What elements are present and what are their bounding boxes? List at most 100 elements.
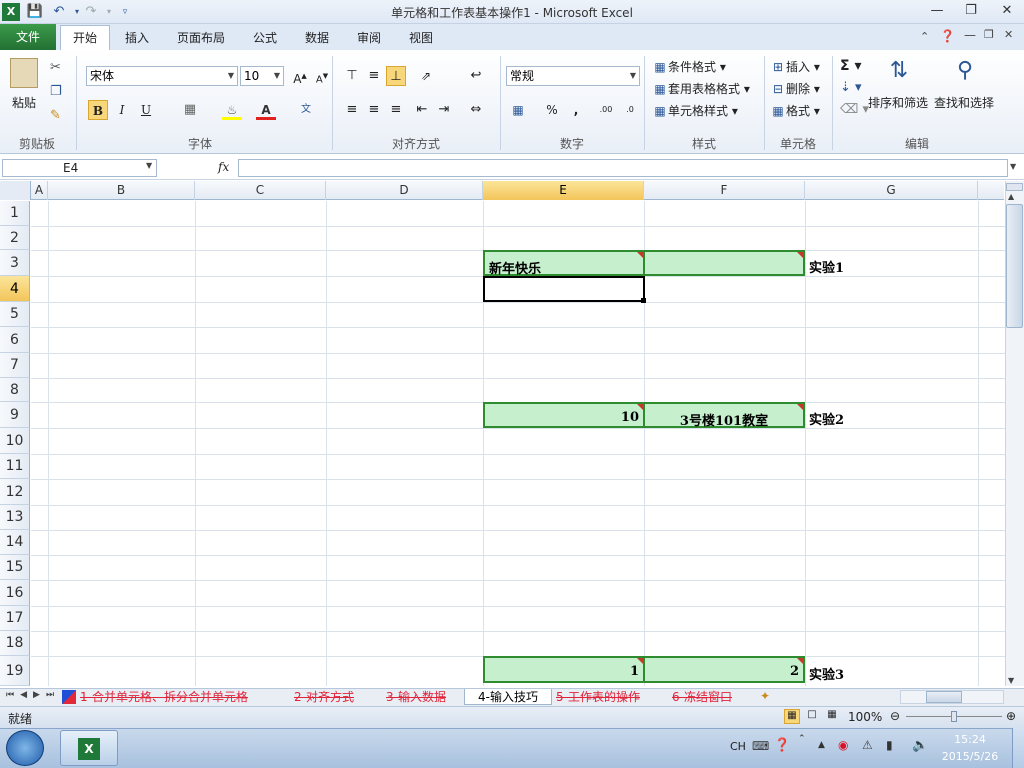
taskbar-excel-button[interactable]: X xyxy=(60,730,118,766)
show-hidden-icons[interactable]: ▲ xyxy=(818,740,825,750)
normal-view-icon[interactable]: ▦ xyxy=(784,709,800,724)
column-header[interactable]: F xyxy=(644,181,805,200)
align-right-icon[interactable]: ≡ xyxy=(386,100,406,120)
paste-icon[interactable] xyxy=(10,58,38,88)
security-tray-icon[interactable]: ◉ xyxy=(838,738,848,752)
delete-cells-button[interactable]: ⊟ 删除 ▾ xyxy=(770,80,820,97)
format-cells-button[interactable]: ▦ 格式 ▾ xyxy=(770,102,820,119)
row-header[interactable]: 5 xyxy=(0,302,30,327)
signal-icon[interactable]: ▮ xyxy=(886,738,893,752)
scroll-up-icon[interactable]: ▲ xyxy=(1008,192,1014,201)
column-header[interactable]: D xyxy=(326,181,483,200)
select-all-button[interactable] xyxy=(0,181,31,200)
formula-input[interactable] xyxy=(238,159,1008,177)
column-header[interactable]: G xyxy=(805,181,978,200)
row-header[interactable]: 19 xyxy=(0,656,30,686)
row-header-selected[interactable]: 4 xyxy=(0,276,30,302)
format-painter-icon[interactable]: ✎ xyxy=(50,108,61,123)
align-bottom-icon[interactable]: ⊥ xyxy=(386,66,406,86)
sheet-tab[interactable]: 1-合并单元格、拆分合并单元格 xyxy=(80,689,248,705)
fill-icon[interactable]: ⇣ ▾ xyxy=(840,80,862,95)
sheet-tab[interactable]: 5-工作表的操作 xyxy=(556,689,640,705)
cell-E19[interactable]: 1 xyxy=(483,656,645,683)
tab-file[interactable]: 文件 xyxy=(0,24,56,50)
grow-font-icon[interactable]: A▲ xyxy=(290,66,310,86)
cell-F3[interactable] xyxy=(643,250,805,276)
minimize-icon[interactable]: — xyxy=(926,3,948,21)
find-select-icon[interactable]: ⚲ xyxy=(948,58,982,83)
cell-G3[interactable]: 实验1 xyxy=(809,257,844,276)
format-as-table-button[interactable]: ▦ 套用表格格式 ▾ xyxy=(652,80,750,97)
tab-formulas[interactable]: 公式 xyxy=(244,26,286,50)
increase-decimal-icon[interactable]: .00 xyxy=(596,100,616,120)
font-size-combo[interactable]: 10 ▼ xyxy=(240,66,284,86)
workbook-restore-icon[interactable]: ❐ xyxy=(984,28,994,41)
tab-page-layout[interactable]: 页面布局 xyxy=(168,26,234,50)
split-box[interactable] xyxy=(1006,183,1023,191)
name-box-dropdown-icon[interactable]: ▼ xyxy=(146,161,152,170)
sheet-nav-arrows-icon[interactable]: ⏮◀▶⏭ xyxy=(6,690,60,700)
show-desktop-button[interactable] xyxy=(1012,728,1024,768)
percent-style-icon[interactable]: % xyxy=(542,100,562,120)
help-icon[interactable]: ❓ xyxy=(940,29,955,43)
align-left-icon[interactable]: ≡ xyxy=(342,100,362,120)
underline-button[interactable]: U xyxy=(136,100,156,120)
tab-data[interactable]: 数据 xyxy=(296,26,338,50)
align-center-icon[interactable]: ≡ xyxy=(364,100,384,120)
font-color-icon[interactable]: A xyxy=(256,100,276,120)
cell-G9[interactable]: 实验2 xyxy=(809,409,844,428)
copy-icon[interactable]: ❐ xyxy=(50,84,62,99)
align-top-icon[interactable]: ⊤ xyxy=(342,66,362,86)
row-header[interactable]: 14 xyxy=(0,530,30,555)
row-header[interactable]: 17 xyxy=(0,606,30,631)
clear-icon[interactable]: ⌫ ▾ xyxy=(840,102,869,117)
row-header[interactable]: 15 xyxy=(0,555,30,580)
expand-formula-bar-icon[interactable]: ▼ xyxy=(1010,162,1016,171)
fill-handle[interactable] xyxy=(641,298,646,303)
cell-F9[interactable]: 3号楼101教室 xyxy=(643,402,805,429)
font-name-combo[interactable]: 宋体 ▼ xyxy=(86,66,238,86)
bold-button[interactable]: B xyxy=(88,100,108,120)
sheet-tab[interactable]: 6-冻结窗口 xyxy=(672,689,732,705)
borders-icon[interactable]: ▦ xyxy=(180,100,200,120)
column-header[interactable]: C xyxy=(195,181,326,200)
row-header[interactable]: 10 xyxy=(0,428,30,454)
tab-review[interactable]: 审阅 xyxy=(348,26,390,50)
vertical-scroll-thumb[interactable] xyxy=(1006,204,1023,328)
cell-G19[interactable]: 实验3 xyxy=(809,664,844,683)
tab-home[interactable]: 开始 xyxy=(60,25,110,50)
active-cell-E4[interactable] xyxy=(483,276,645,302)
number-format-combo[interactable]: 常规 ▼ xyxy=(506,66,640,86)
cell-styles-button[interactable]: ▦ 单元格样式 ▾ xyxy=(652,102,738,119)
column-header[interactable]: B xyxy=(48,181,195,200)
cut-icon[interactable]: ✂ xyxy=(50,60,61,75)
row-header[interactable]: 12 xyxy=(0,479,30,505)
cell-E3[interactable]: 新年快乐 xyxy=(483,250,645,277)
accounting-format-icon[interactable]: ▦ xyxy=(508,100,528,120)
close-icon[interactable]: ✕ xyxy=(996,3,1018,21)
paste-button[interactable]: 粘贴 xyxy=(12,94,36,111)
italic-button[interactable]: I xyxy=(112,100,132,120)
fill-color-icon[interactable]: ♨ xyxy=(222,100,242,120)
collapse-ribbon-icon[interactable]: ⌃ xyxy=(920,30,929,43)
zoom-in-icon[interactable]: ⊕ xyxy=(1006,709,1016,723)
align-middle-icon[interactable]: ≡ xyxy=(364,66,384,86)
orientation-icon[interactable]: ⇗ xyxy=(416,66,436,86)
row-header[interactable]: 18 xyxy=(0,631,30,656)
keyboard-icon[interactable]: ⌨ xyxy=(752,739,769,753)
cell-F19[interactable]: 2 xyxy=(643,656,805,683)
volume-icon[interactable]: 🔈 xyxy=(912,738,928,753)
workbook-minimize-icon[interactable]: — xyxy=(964,28,976,42)
sheet-tab[interactable]: 2-对齐方式 xyxy=(294,689,354,705)
row-header[interactable]: 2 xyxy=(0,226,30,250)
row-header[interactable]: 3 xyxy=(0,250,30,276)
comma-style-icon[interactable]: , xyxy=(566,100,586,120)
horizontal-scroll-thumb[interactable] xyxy=(926,691,962,703)
sort-filter-icon[interactable]: ⇅ xyxy=(882,58,916,83)
decrease-indent-icon[interactable]: ⇤ xyxy=(412,100,432,120)
row-header[interactable]: 6 xyxy=(0,327,30,353)
sort-filter-button[interactable]: 排序和筛选 xyxy=(868,94,928,111)
zoom-out-icon[interactable]: ⊖ xyxy=(890,709,900,723)
name-box[interactable]: E4 xyxy=(2,159,157,177)
page-break-view-icon[interactable]: ▦ xyxy=(824,709,840,724)
